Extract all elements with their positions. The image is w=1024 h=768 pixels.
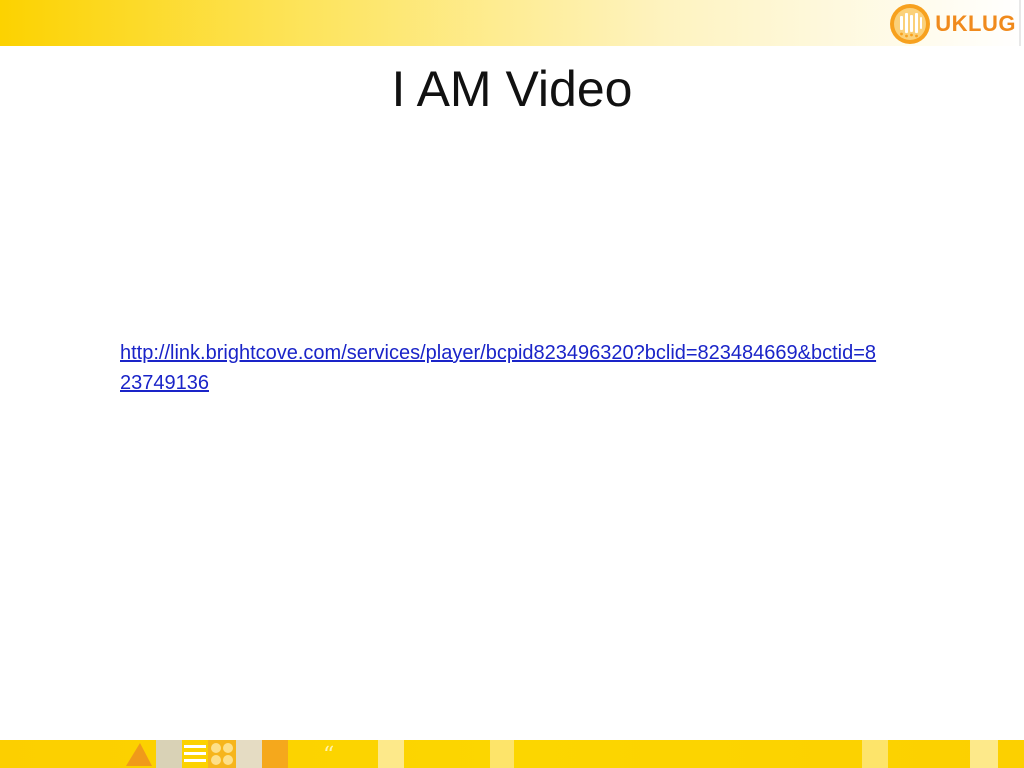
video-link[interactable]: http://link.brightcove.com/services/play… xyxy=(120,338,880,398)
footer-band: “ xyxy=(0,740,1024,768)
footer-tile-orange xyxy=(262,740,288,768)
footer-tile-light-4 xyxy=(970,740,998,768)
header-band xyxy=(0,0,1024,46)
footer-tile-grey xyxy=(156,740,182,768)
uklug-logo: UKLUG xyxy=(889,3,1016,45)
footer-tile-lines xyxy=(182,740,208,768)
footer-tile-figure xyxy=(236,740,262,768)
slide-title: I AM Video xyxy=(391,61,633,117)
footer-tile-triangle xyxy=(124,740,154,768)
logo-text: UKLUG xyxy=(935,11,1016,36)
footer-tile-dots xyxy=(208,740,236,768)
header-divider xyxy=(1019,0,1021,46)
footer-tile-light-2 xyxy=(490,740,514,768)
svg-text:“: “ xyxy=(323,743,334,768)
footer-tile-pale: “ xyxy=(320,740,346,768)
footer-tile-light-3 xyxy=(862,740,888,768)
slide: UKLUG I AM Video http://link.brightcove.… xyxy=(0,0,1024,768)
uklug-logo-icon xyxy=(890,4,931,44)
footer-tile-light-1 xyxy=(378,740,404,768)
